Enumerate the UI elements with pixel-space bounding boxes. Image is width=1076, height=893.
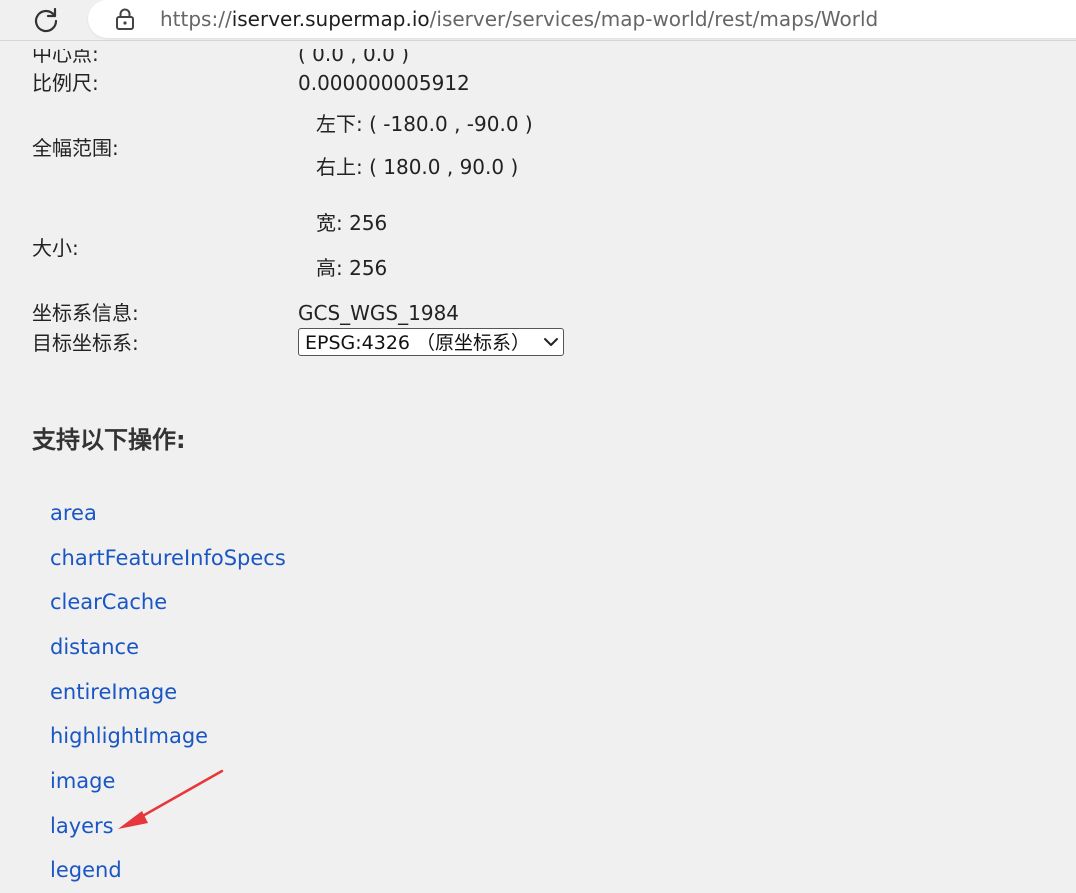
red-arrow-annotation [118, 769, 224, 829]
size-height: 高: 256 [316, 256, 388, 280]
bounds-label: 全幅范围: [32, 136, 119, 160]
bounds-upper-right: 右上: ( 180.0 , 90.0 ) [316, 155, 519, 179]
size-label: 大小: [32, 236, 79, 260]
op-link-layers[interactable]: layers [50, 813, 114, 839]
op-link-chartfeatureinfospecs[interactable]: chartFeatureInfoSpecs [50, 545, 286, 571]
toolbar-divider [0, 40, 1076, 49]
page: https://iserver.supermap.io/iserver/serv… [0, 0, 1076, 893]
op-link-area[interactable]: area [50, 500, 97, 526]
lock-icon[interactable] [114, 7, 136, 31]
scale-label: 比例尺: [32, 71, 99, 95]
url-prefix: https:// [160, 7, 232, 31]
crs-label: 坐标系信息: [32, 301, 139, 325]
size-width: 宽: 256 [316, 211, 388, 235]
reload-icon[interactable] [32, 6, 60, 34]
bounds-lower-left: 左下: ( -180.0 , -90.0 ) [316, 112, 533, 136]
chevron-down-icon [544, 338, 558, 346]
op-link-highlightimage[interactable]: highlightImage [50, 723, 208, 749]
target-crs-label: 目标坐标系: [32, 331, 139, 355]
target-crs-selected: EPSG:4326 （原坐标系） [305, 332, 531, 354]
crs-value: GCS_WGS_1984 [298, 301, 460, 325]
scale-value: 0.000000005912 [298, 71, 470, 95]
op-link-image[interactable]: image [50, 768, 115, 794]
op-link-distance[interactable]: distance [50, 634, 139, 660]
url-path: /iserver/services/map-world/rest/maps/Wo… [429, 7, 879, 31]
browser-address-bar: https://iserver.supermap.io/iserver/serv… [0, 0, 1076, 40]
op-link-entireimage[interactable]: entireImage [50, 679, 177, 705]
op-link-legend[interactable]: legend [50, 857, 122, 883]
op-link-clearcache[interactable]: clearCache [50, 589, 167, 615]
url-host: iserver.supermap.io [231, 7, 430, 31]
url-text[interactable]: https://iserver.supermap.io/iserver/serv… [160, 7, 878, 31]
operations-title: 支持以下操作: [32, 426, 186, 454]
target-crs-select[interactable]: EPSG:4326 （原坐标系） [298, 328, 564, 356]
